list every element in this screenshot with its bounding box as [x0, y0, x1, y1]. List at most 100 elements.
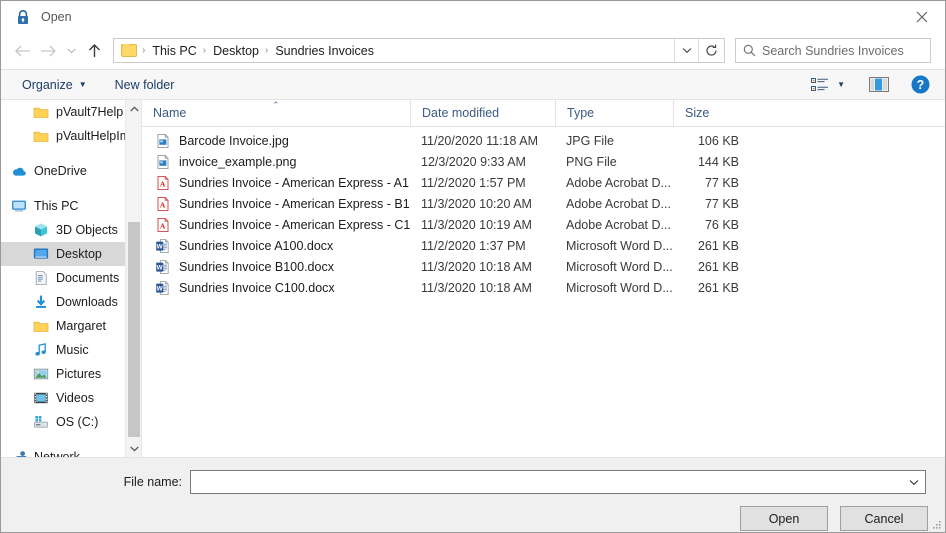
breadcrumb-item-desktop[interactable]: Desktop — [210, 44, 262, 58]
scroll-up-button[interactable] — [126, 100, 141, 117]
sidebar-scrollbar[interactable] — [125, 100, 141, 457]
up-button[interactable] — [81, 38, 107, 64]
organize-button[interactable]: Organize ▼ — [15, 73, 94, 96]
file-row[interactable]: A Sundries Invoice - American Express - B… — [142, 193, 945, 214]
breadcrumb-item-this-pc[interactable]: This PC — [149, 44, 199, 58]
file-name-cell: A Sundries Invoice - American Express - A… — [142, 175, 410, 191]
help-button[interactable]: ? — [906, 73, 935, 97]
pdf-file-icon: A — [157, 217, 169, 232]
breadcrumb-item-sundries-invoices[interactable]: Sundries Invoices — [272, 44, 377, 58]
scroll-down-button[interactable] — [126, 440, 141, 457]
file-row[interactable]: W Sundries Invoice B100.docx 11/3/2020 10:… — [142, 256, 945, 277]
lock-icon — [18, 9, 28, 24]
open-button[interactable]: Open — [740, 506, 828, 531]
file-name-cell: W Sundries Invoice A100.docx — [142, 238, 410, 254]
sidebar-item-downloads[interactable]: Downloads — [1, 290, 141, 314]
chevron-down-icon — [909, 479, 919, 485]
file-name-label: Sundries Invoice - American Express - A1… — [179, 175, 410, 190]
network-icon — [15, 451, 27, 457]
file-date-cell: 11/3/2020 10:18 AM — [421, 280, 532, 295]
dialog-buttons: Open Cancel — [1, 494, 945, 531]
sidebar-item-this-pc[interactable]: This PC — [1, 194, 141, 218]
file-type-cell: Adobe Acrobat D... — [566, 175, 671, 190]
search-input[interactable]: Search Sundries Invoices — [762, 44, 904, 58]
file-type-cell: Adobe Acrobat D... — [566, 217, 671, 232]
forward-arrow-icon — [40, 45, 56, 56]
sidebar-item-pictures[interactable]: Pictures — [1, 362, 141, 386]
folder-icon — [33, 128, 49, 144]
sidebar-item-os-c[interactable]: OS (C:) — [1, 410, 141, 434]
downloads-icon — [36, 295, 46, 308]
filename-dropdown-button[interactable] — [903, 479, 925, 486]
image-file-icon — [157, 133, 169, 148]
command-toolbar: Organize ▼ New folder ▼ ? — [1, 69, 945, 100]
sidebar-item-label: Downloads — [56, 295, 118, 309]
sidebar-item-network[interactable]: Network — [1, 445, 141, 457]
recent-locations-button[interactable] — [61, 38, 81, 64]
file-name-label: Sundries Invoice C100.docx — [179, 280, 335, 295]
filename-input[interactable] — [191, 471, 903, 493]
file-name-label: Sundries Invoice - American Express - B1… — [179, 196, 410, 211]
organize-label: Organize — [22, 77, 73, 92]
word-file-icon: W — [155, 280, 171, 296]
sidebar-item-music[interactable]: Music — [1, 338, 141, 362]
sidebar-item-pvaulthelpimag[interactable]: pVaultHelpImag — [1, 124, 141, 148]
file-row[interactable]: A Sundries Invoice - American Express - A… — [142, 172, 945, 193]
file-type-cell: PNG File — [566, 154, 617, 169]
breadcrumb[interactable]: › This PC › Desktop › Sundries Invoices — [114, 43, 674, 58]
scrollbar-thumb[interactable] — [128, 222, 140, 437]
search-box[interactable]: Search Sundries Invoices — [735, 38, 931, 63]
file-row[interactable]: W Sundries Invoice C100.docx 11/3/2020 10:… — [142, 277, 945, 298]
pdf-file-icon: A — [157, 196, 169, 211]
breadcrumb-separator-1: › — [202, 45, 207, 56]
address-dropdown-button[interactable] — [674, 39, 698, 62]
file-row[interactable]: W Sundries Invoice A100.docx 11/2/2020 1:3… — [142, 235, 945, 256]
close-button[interactable] — [899, 1, 945, 32]
pictures-icon — [33, 368, 49, 380]
file-size-cell: 144 KB — [697, 154, 739, 169]
address-bar[interactable]: › This PC › Desktop › Sundries Invoices — [113, 38, 725, 63]
sidebar-item-desktop[interactable]: Desktop — [1, 242, 141, 266]
view-options-button[interactable]: ▼ — [806, 73, 850, 97]
file-name-label: Barcode Invoice.jpg — [179, 133, 289, 148]
folder-icon — [33, 107, 49, 118]
file-row[interactable]: invoice_example.png 12/3/2020 9:33 AM PNG … — [142, 151, 945, 172]
file-type-cell: JPG File — [566, 133, 614, 148]
column-header-date-modified[interactable]: Date modified — [410, 100, 555, 127]
help-icon: ? — [911, 75, 930, 94]
sidebar-item-onedrive[interactable]: OneDrive — [1, 159, 141, 183]
sidebar-item-margaret[interactable]: Margaret — [1, 314, 141, 338]
cancel-button[interactable]: Cancel — [840, 506, 928, 531]
navigation-sidebar[interactable]: pVault7Help pVaultHelpImag OneDrive This PC… — [1, 100, 141, 457]
forward-button[interactable] — [35, 38, 61, 64]
sidebar-item-label: Margaret — [56, 319, 107, 333]
file-list-header: Name ⌃ Date modified Type Size — [142, 100, 945, 127]
column-header-size[interactable]: Size — [673, 100, 753, 127]
view-options-icon — [811, 77, 829, 91]
preview-pane-button[interactable] — [864, 73, 894, 97]
file-row[interactable]: Barcode Invoice.jpg 11/20/2020 11:18 AM JP… — [142, 130, 945, 151]
sidebar-item-pvault7help[interactable]: pVault7Help — [1, 100, 141, 124]
chevron-down-icon: ▼ — [78, 80, 87, 89]
videos-icon — [34, 392, 48, 404]
new-folder-button[interactable]: New folder — [108, 73, 182, 96]
file-type-cell: Adobe Acrobat D... — [566, 196, 671, 211]
downloads-icon — [33, 294, 49, 310]
file-row[interactable]: A Sundries Invoice - American Express - C… — [142, 214, 945, 235]
sidebar-item-documents[interactable]: Documents — [1, 266, 141, 290]
file-type-cell: Microsoft Word D... — [566, 280, 673, 295]
folder-icon — [33, 318, 49, 334]
refresh-icon — [706, 44, 717, 56]
resize-grip-icon[interactable] — [930, 518, 942, 530]
file-date-cell: 11/2/2020 1:57 PM — [421, 175, 526, 190]
documents-icon — [33, 270, 49, 286]
sidebar-item-videos[interactable]: Videos — [1, 386, 141, 410]
back-button[interactable] — [9, 38, 35, 64]
file-list[interactable]: Barcode Invoice.jpg 11/20/2020 11:18 AM JP… — [142, 127, 945, 457]
filename-combobox[interactable] — [190, 470, 926, 494]
refresh-button[interactable] — [698, 39, 724, 62]
file-size-cell: 77 KB — [704, 175, 739, 190]
column-header-name[interactable]: Name ⌃ — [142, 100, 410, 127]
sidebar-item-3d-objects[interactable]: 3D Objects — [1, 218, 141, 242]
column-header-type[interactable]: Type — [555, 100, 673, 127]
